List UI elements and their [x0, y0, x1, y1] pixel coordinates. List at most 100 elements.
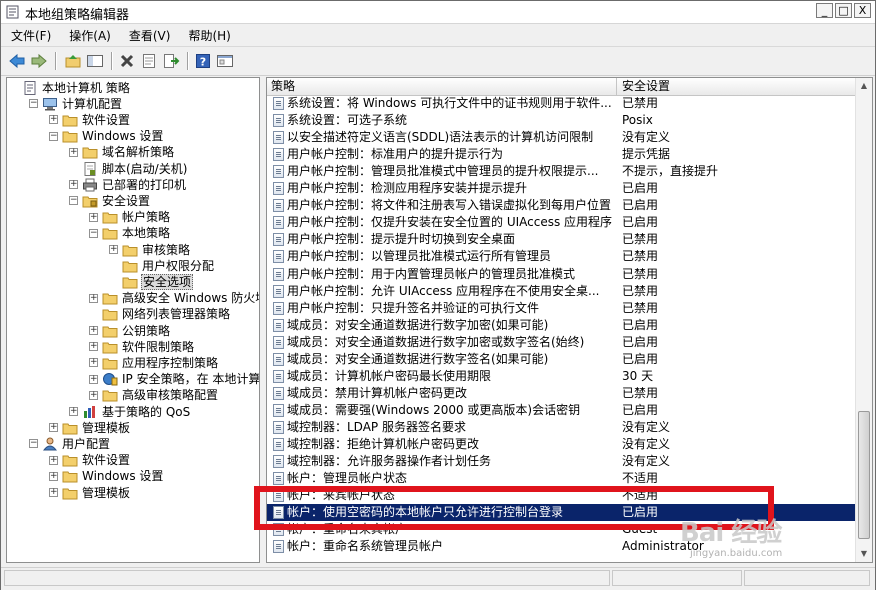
scroll-up-arrow-icon[interactable]: ▲ — [857, 78, 871, 94]
tree-node[interactable]: + 审核策略 — [109, 241, 191, 257]
tree-node[interactable]: + 软件限制策略 — [89, 338, 195, 354]
policy-name: 用户帐户控制：标准用户的提升提示行为 — [287, 147, 504, 162]
tree-node[interactable]: + IP 安全策略，在 本地计算机 — [89, 371, 259, 387]
delete-icon[interactable] — [117, 51, 137, 71]
policy-row[interactable]: 域控制器：LDAP 服务器签名要求 没有定义 — [267, 419, 858, 436]
expand-toggle-icon[interactable]: + — [109, 245, 118, 254]
expand-toggle-icon[interactable]: + — [69, 147, 78, 157]
tree-node[interactable]: + 软件设置 — [49, 452, 131, 468]
expand-toggle-icon[interactable]: + — [69, 407, 78, 416]
policy-row[interactable]: 用户帐户控制：检测应用程序安装并提示提升 已启用 — [267, 180, 858, 197]
expand-toggle-icon[interactable]: + — [89, 342, 98, 352]
expand-toggle-icon[interactable]: + — [89, 293, 98, 303]
collapse-toggle-icon[interactable]: − — [29, 439, 38, 449]
policy-row[interactable]: 用户帐户控制：用于内置管理员帐户的管理员批准模式 已禁用 — [267, 266, 858, 283]
up-folder-icon[interactable] — [63, 51, 83, 71]
policy-row[interactable]: 域成员：对安全通道数据进行数字加密或数字签名(始终) 已启用 — [267, 334, 858, 351]
help-icon[interactable]: ? — [193, 51, 213, 71]
expand-toggle-icon[interactable]: + — [69, 180, 78, 190]
tree-node[interactable]: − 计算机配置 — [29, 95, 123, 111]
forward-icon[interactable] — [29, 51, 49, 71]
tree-node[interactable]: − 本地策略 — [89, 225, 171, 241]
collapse-toggle-icon[interactable]: − — [49, 131, 58, 141]
expand-toggle-icon[interactable]: + — [49, 115, 58, 125]
policy-row[interactable]: 系统设置：可选子系统 Posix — [267, 112, 858, 129]
tree-node[interactable]: 本地计算机 策略 — [9, 79, 131, 95]
close-button[interactable]: X — [854, 3, 871, 18]
menu-help[interactable]: 帮助(H) — [180, 27, 238, 44]
menu-file[interactable]: 文件(F) — [3, 27, 59, 44]
policy-setting-icon — [273, 369, 284, 383]
tree-node[interactable]: + 应用程序控制策略 — [89, 354, 219, 370]
policy-row[interactable]: 用户帐户控制：将文件和注册表写入错误虚拟化到每用户位置 已启用 — [267, 197, 858, 214]
policy-row[interactable]: 以安全描述符定义语言(SDDL)语法表示的计算机访问限制 没有定义 — [267, 129, 858, 146]
tree-node[interactable]: − 用户配置 — [29, 435, 111, 451]
policy-row[interactable]: 用户帐户控制：允许 UIAccess 应用程序在不使用安全桌... 已禁用 — [267, 283, 858, 300]
show-hide-tree-icon[interactable] — [85, 51, 105, 71]
expand-toggle-icon[interactable]: + — [89, 326, 98, 335]
expand-toggle-icon[interactable]: + — [49, 455, 58, 465]
minimize-button[interactable]: _ — [816, 3, 833, 18]
tree-node[interactable]: + 高级安全 Windows 防火墙 — [89, 290, 259, 306]
policy-row[interactable]: 域控制器：拒绝计算机帐户密码更改 没有定义 — [267, 436, 858, 453]
tree-node[interactable]: 脚本(启动/关机) — [69, 160, 188, 176]
policy-row[interactable]: 用户帐户控制：仅提升安装在安全位置的 UIAccess 应用程序 已启用 — [267, 214, 858, 231]
collapse-toggle-icon[interactable]: − — [29, 99, 38, 109]
policy-row[interactable]: 域成员：禁用计算机帐户密码更改 已禁用 — [267, 385, 858, 402]
title-bar[interactable]: 本地组策略编辑器 _ □ X — [1, 1, 875, 24]
back-icon[interactable] — [7, 51, 27, 71]
tree-node[interactable]: 网络列表管理器策略 — [89, 306, 231, 322]
security-setting-value: 已启用 — [622, 181, 659, 196]
tree-node-label: 安全选项 — [141, 273, 194, 290]
policy-row[interactable]: 域成员：计算机帐户密码最长使用期限 30 天 — [267, 368, 858, 385]
vertical-scrollbar[interactable]: ▲ ▼ — [855, 78, 872, 562]
tree-node[interactable]: − Windows 设置 — [49, 128, 164, 144]
policy-name: 用户帐户控制：提示提升时切换到安全桌面 — [287, 232, 516, 247]
scroll-down-arrow-icon[interactable]: ▼ — [857, 546, 871, 562]
expand-toggle-icon[interactable]: + — [89, 390, 98, 400]
tree-node[interactable]: + 软件设置 — [49, 111, 131, 127]
policy-row[interactable]: 用户帐户控制：提示提升时切换到安全桌面 已禁用 — [267, 231, 858, 248]
policy-row[interactable]: 域成员：对安全通道数据进行数字签名(如果可能) 已启用 — [267, 351, 858, 368]
policy-row[interactable]: 用户帐户控制：以管理员批准模式运行所有管理员 已禁用 — [267, 248, 858, 265]
tree-node[interactable]: 用户权限分配 — [109, 257, 215, 273]
menu-action[interactable]: 操作(A) — [61, 27, 119, 44]
policy-row[interactable]: 用户帐户控制：管理员批准模式中管理员的提升权限提示... 不提示，直接提升 — [267, 163, 858, 180]
collapse-toggle-icon[interactable]: − — [89, 228, 98, 238]
tree-node[interactable]: 安全选项 — [109, 273, 194, 290]
tree-node[interactable]: + 基于策略的 QoS — [69, 403, 191, 419]
policy-row[interactable]: 域成员：对安全通道数据进行数字加密(如果可能) 已启用 — [267, 317, 858, 334]
collapse-toggle-icon[interactable]: − — [69, 196, 78, 206]
tree-node[interactable]: + 域名解析策略 — [69, 144, 175, 160]
tree-node[interactable]: + 已部署的打印机 — [69, 176, 187, 192]
policy-row[interactable]: 帐户：来宾帐户状态 不适用 — [267, 487, 858, 504]
tree-node[interactable]: + Windows 设置 — [49, 468, 164, 484]
tree-node[interactable]: + 公钥策略 — [89, 322, 171, 338]
expand-toggle-icon[interactable]: + — [89, 374, 98, 384]
column-header-setting[interactable]: 安全设置 — [618, 78, 858, 95]
policy-row[interactable]: 用户帐户控制：标准用户的提升提示行为 提示凭据 — [267, 146, 858, 163]
policy-row[interactable]: 帐户：管理员帐户状态 不适用 — [267, 470, 858, 487]
policy-row[interactable]: 用户帐户控制：只提升签名并验证的可执行文件 已禁用 — [267, 300, 858, 317]
policy-row[interactable]: 域控制器：允许服务器操作者计划任务 没有定义 — [267, 453, 858, 470]
expand-toggle-icon[interactable]: + — [49, 423, 58, 433]
expand-toggle-icon[interactable]: + — [89, 212, 98, 222]
properties-icon[interactable] — [139, 51, 159, 71]
policy-row[interactable]: 域成员：需要强(Windows 2000 或更高版本)会话密钥 已启用 — [267, 402, 858, 419]
export-list-icon[interactable] — [161, 51, 181, 71]
expand-toggle-icon[interactable]: + — [89, 358, 98, 368]
column-header-policy[interactable]: 策略 — [267, 78, 617, 95]
expand-toggle-icon[interactable]: + — [49, 488, 58, 497]
tree-node[interactable]: + 高级审核策略配置 — [89, 387, 219, 403]
console-icon[interactable] — [215, 51, 235, 71]
maximize-button[interactable]: □ — [835, 3, 852, 18]
policy-row[interactable]: 系统设置：将 Windows 可执行文件中的证书规则用于软件... 已禁用 — [267, 95, 858, 112]
tree-node[interactable]: − 安全设置 — [69, 192, 151, 208]
tree-node[interactable]: + 管理模板 — [49, 419, 131, 435]
menu-view[interactable]: 查看(V) — [121, 27, 179, 44]
tree-node[interactable]: + 帐户策略 — [89, 209, 171, 225]
tree-node[interactable]: + 管理模板 — [49, 484, 131, 500]
scrollbar-thumb[interactable] — [858, 411, 870, 539]
security-setting-value: 不适用 — [622, 488, 659, 503]
expand-toggle-icon[interactable]: + — [49, 471, 58, 481]
